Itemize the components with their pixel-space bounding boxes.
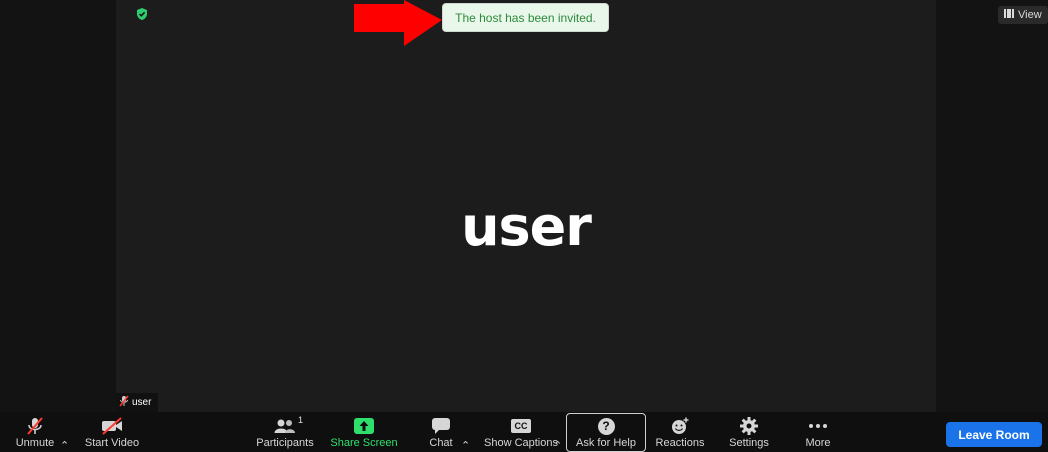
more-button[interactable]: More [800,412,836,452]
start-video-button[interactable]: Start Video [82,412,142,452]
unmute-button[interactable]: Unmute [10,412,60,452]
show-captions-button[interactable]: CC Show Captions [484,412,558,452]
chat-options-caret-icon[interactable]: ⌃ [461,412,470,452]
start-video-label: Start Video [84,437,140,449]
settings-label: Settings [729,437,769,449]
chat-label: Chat [429,437,453,449]
right-panel [936,0,1048,412]
participant-display-name: user [461,195,592,258]
share-screen-icon [354,415,374,437]
participants-button[interactable]: 1 Participants [254,412,316,452]
meeting-toolbar: Unmute ⌃ Start Video 1 Participants Shar… [0,412,1048,452]
video-off-icon [100,415,124,437]
chat-button[interactable]: Chat [424,412,458,452]
name-tag-label: user [132,397,152,408]
captions-icon: CC [511,415,531,437]
view-icon [1004,9,1014,21]
unmute-label: Unmute [15,437,55,449]
mic-muted-icon [119,395,129,410]
reactions-icon [670,415,690,437]
participants-label: Participants [256,437,314,449]
leave-room-button[interactable]: Leave Room [946,422,1042,447]
notification-text: The host has been invited. [455,10,596,25]
settings-button[interactable]: Settings [726,412,772,452]
show-captions-label: Show Captions [484,437,558,449]
participant-name-tag: user [116,393,158,412]
mic-muted-icon [25,415,45,437]
more-label: More [805,437,831,449]
chat-icon [431,415,451,437]
ask-for-help-highlight [566,413,646,452]
view-button[interactable]: View [998,6,1048,24]
participants-count: 1 [298,415,304,425]
participants-icon: 1 [274,415,303,437]
share-screen-label: Share Screen [330,437,398,449]
shield-icon[interactable] [135,7,149,21]
captions-icon-text: CC [511,419,531,433]
left-panel [0,0,116,412]
notification-toast: The host has been invited. [442,3,609,32]
reactions-label: Reactions [655,437,705,449]
arrow-icon [354,0,442,46]
reactions-button[interactable]: Reactions [654,412,706,452]
view-label: View [1018,9,1042,21]
audio-options-caret-icon[interactable]: ⌃ [60,412,69,452]
settings-icon [740,415,758,437]
captions-options-caret-icon[interactable]: ⌃ [553,412,562,452]
share-screen-button[interactable]: Share Screen [330,412,398,452]
more-icon [808,415,828,437]
